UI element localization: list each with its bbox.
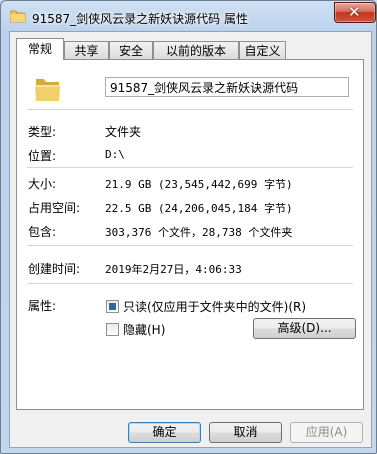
readonly-label[interactable]: 只读(仅应用于文件夹中的文件)(R): [123, 298, 306, 315]
close-icon: ✕: [348, 3, 361, 21]
size-on-disk-value: 22.5 GB (24,206,045,184 字节): [105, 202, 293, 215]
attributes-label: 属性:: [28, 299, 57, 313]
folder-large-icon: [35, 79, 60, 101]
title-bar[interactable]: 91587_剑侠风云录之新妖诀源代码 属性 ✕: [1, 1, 376, 33]
tab-sharing[interactable]: 共享: [64, 41, 109, 59]
folder-icon: [10, 10, 26, 23]
dialog-client-area: 常规 共享 安全 以前的版本 自定义 类型: 文件夹 位置: D:\ 大小: 2…: [9, 31, 372, 448]
folder-name-input[interactable]: [105, 77, 349, 97]
window-title: 91587_剑侠风云录之新妖诀源代码 属性: [32, 12, 248, 26]
readonly-checkbox[interactable]: [106, 300, 119, 313]
hidden-label[interactable]: 隐藏(H): [123, 321, 165, 338]
size-label: 大小:: [28, 177, 57, 191]
properties-window: 91587_剑侠风云录之新妖诀源代码 属性 ✕ 常规 共享 安全 以前的版本 自…: [0, 0, 377, 454]
location-value: D:\: [105, 148, 125, 161]
ok-button[interactable]: 确定: [128, 422, 201, 443]
tab-customize[interactable]: 自定义: [239, 41, 286, 59]
separator: [27, 245, 353, 247]
contains-label: 包含:: [28, 225, 57, 239]
advanced-button[interactable]: 高级(D)...: [253, 318, 356, 339]
separator: [27, 167, 353, 169]
contains-value: 303,376 个文件，28,738 个文件夹: [105, 226, 293, 239]
general-tab-panel: 类型: 文件夹 位置: D:\ 大小: 21.9 GB (23,545,442,…: [16, 59, 364, 410]
type-value: 文件夹: [105, 125, 142, 139]
hidden-checkbox[interactable]: [106, 323, 119, 336]
size-value: 21.9 GB (23,545,442,699 字节): [105, 178, 293, 191]
separator: [27, 283, 353, 285]
tab-general[interactable]: 常规: [16, 38, 64, 60]
size-on-disk-label: 占用空间:: [28, 201, 81, 215]
tab-security[interactable]: 安全: [109, 41, 153, 59]
apply-button[interactable]: 应用(A): [290, 422, 363, 443]
tab-previous-versions[interactable]: 以前的版本: [153, 41, 239, 59]
location-label: 位置:: [28, 149, 57, 163]
cancel-button[interactable]: 取消: [209, 422, 282, 443]
close-button[interactable]: ✕: [334, 2, 376, 23]
separator: [27, 109, 353, 111]
created-value: 2019年2月27日，4:06:33: [105, 263, 242, 276]
created-label: 创建时间:: [28, 262, 81, 276]
type-label: 类型:: [28, 125, 57, 139]
